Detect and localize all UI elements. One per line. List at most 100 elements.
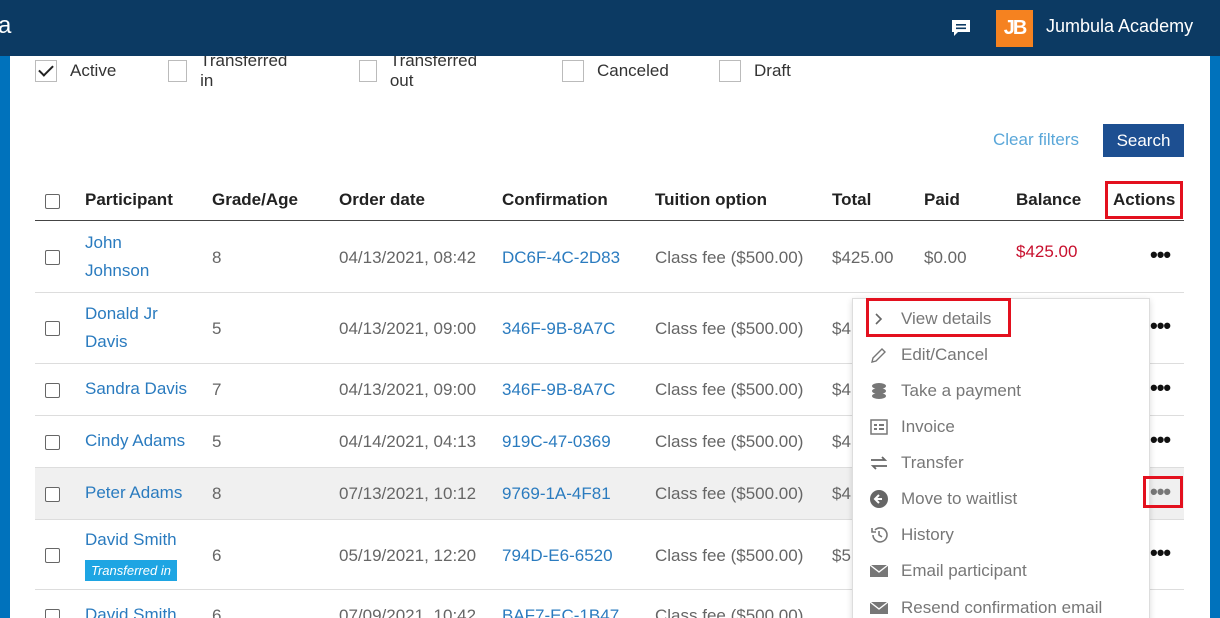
tuition-cell: Class fee ($500.00) bbox=[655, 546, 804, 565]
confirmation-link[interactable]: 9769-1A-4F81 bbox=[502, 484, 611, 504]
row-checkbox[interactable] bbox=[45, 383, 60, 398]
table-row: John Johnson 8 04/13/2021, 08:42 DC6F-4C… bbox=[35, 221, 1184, 293]
total-cell: $4 bbox=[832, 380, 851, 399]
column-header-participant[interactable]: Participant bbox=[85, 190, 173, 210]
total-cell: $4 bbox=[832, 319, 851, 338]
grade-cell: 5 bbox=[212, 319, 222, 338]
menu-item-edit-cancel[interactable]: Edit/Cancel bbox=[869, 343, 988, 367]
row-actions-button[interactable]: ••• bbox=[1150, 542, 1171, 564]
menu-item-email-participant[interactable]: Email participant bbox=[869, 559, 1027, 583]
org-logo[interactable]: JB bbox=[996, 10, 1033, 47]
row-checkbox[interactable] bbox=[45, 250, 60, 265]
filter-draft[interactable]: Draft bbox=[719, 58, 791, 84]
filter-label: Active bbox=[70, 61, 117, 80]
row-checkbox[interactable] bbox=[45, 548, 60, 563]
order-date-cell: 04/13/2021, 08:42 bbox=[339, 248, 477, 267]
menu-item-history[interactable]: History bbox=[869, 523, 954, 547]
grade-cell: 8 bbox=[212, 248, 222, 267]
row-actions-button[interactable]: ••• bbox=[1150, 377, 1171, 399]
total-cell: $4 bbox=[832, 432, 851, 451]
column-header-tuition[interactable]: Tuition option bbox=[655, 190, 767, 210]
column-header-balance[interactable]: Balance bbox=[1016, 190, 1081, 210]
participant-first-name[interactable]: Donald Jr bbox=[85, 300, 158, 328]
column-header-total[interactable]: Total bbox=[832, 190, 871, 210]
row-actions-menu: View details Edit/Cancel Take a payment … bbox=[852, 298, 1150, 618]
confirmation-link[interactable]: BAF7-EC-1B47 bbox=[502, 606, 619, 618]
order-date-cell: 04/14/2021, 04:13 bbox=[339, 432, 477, 451]
column-header-paid[interactable]: Paid bbox=[924, 190, 960, 210]
row-actions-button[interactable]: ••• bbox=[1150, 429, 1171, 451]
confirmation-link[interactable]: 794D-E6-6520 bbox=[502, 546, 613, 566]
search-button[interactable]: Search bbox=[1103, 124, 1184, 157]
checkbox[interactable] bbox=[168, 60, 188, 82]
menu-item-take-payment[interactable]: Take a payment bbox=[869, 379, 1021, 403]
filter-active[interactable]: Active bbox=[35, 58, 116, 84]
row-checkbox[interactable] bbox=[45, 435, 60, 450]
participant-name[interactable]: David Smith bbox=[85, 601, 177, 618]
confirmation-link[interactable]: DC6F-4C-2D83 bbox=[502, 248, 620, 268]
order-date-cell: 07/09/2021, 10:42 bbox=[339, 606, 477, 618]
participant-first-name[interactable]: John bbox=[85, 229, 122, 257]
annotation-box-actions-header bbox=[1105, 181, 1183, 219]
grade-cell: 8 bbox=[212, 484, 222, 503]
filter-transferred-out[interactable]: Transferred out bbox=[359, 56, 481, 90]
total-cell: $4 bbox=[832, 484, 851, 503]
participant-name[interactable]: Cindy Adams bbox=[85, 427, 185, 455]
checkbox[interactable] bbox=[719, 60, 741, 82]
select-all-checkbox[interactable] bbox=[45, 194, 60, 209]
history-icon bbox=[871, 527, 888, 543]
participant-name[interactable]: Peter Adams bbox=[85, 479, 182, 507]
paid-cell: $0.00 bbox=[924, 248, 967, 267]
clear-filters-link[interactable]: Clear filters bbox=[993, 130, 1079, 150]
row-checkbox[interactable] bbox=[45, 321, 60, 336]
participant-last-name[interactable]: Davis bbox=[85, 328, 128, 356]
confirmation-link[interactable]: 919C-47-0369 bbox=[502, 432, 611, 452]
filter-label: Draft bbox=[754, 61, 791, 80]
menu-item-label: Transfer bbox=[901, 453, 964, 472]
tuition-cell: Class fee ($500.00) bbox=[655, 606, 804, 618]
menu-item-label: Take a payment bbox=[901, 381, 1022, 400]
menu-item-label: Move to waitlist bbox=[901, 489, 1018, 508]
menu-item-label: Email participant bbox=[901, 561, 1027, 580]
top-bar: a JB Jumbula Academy bbox=[0, 0, 1220, 56]
order-date-cell: 05/19/2021, 12:20 bbox=[339, 546, 477, 565]
checkbox[interactable] bbox=[562, 60, 584, 82]
column-header-order-date[interactable]: Order date bbox=[339, 190, 425, 210]
org-name[interactable]: Jumbula Academy bbox=[1046, 16, 1193, 37]
participant-name[interactable]: Sandra Davis bbox=[85, 375, 187, 403]
transfer-icon bbox=[870, 456, 888, 470]
menu-item-invoice[interactable]: Invoice bbox=[869, 415, 955, 439]
pencil-icon bbox=[871, 348, 886, 363]
row-actions-button[interactable]: ••• bbox=[1150, 244, 1171, 266]
tuition-cell: Class fee ($500.00) bbox=[655, 319, 804, 338]
menu-item-label: Invoice bbox=[901, 417, 955, 436]
tuition-cell: Class fee ($500.00) bbox=[655, 432, 804, 451]
balance-cell: $425.00 bbox=[1016, 242, 1078, 261]
checkbox[interactable] bbox=[359, 60, 377, 82]
total-cell: $425.00 bbox=[832, 248, 894, 267]
participant-name[interactable]: David Smith bbox=[85, 526, 177, 554]
menu-item-label: Resend confirmation email bbox=[901, 598, 1103, 617]
filter-canceled[interactable]: Canceled bbox=[562, 58, 669, 84]
envelope-icon bbox=[869, 564, 889, 577]
menu-item-label: Edit/Cancel bbox=[901, 345, 988, 364]
menu-item-resend-confirmation[interactable]: Resend confirmation email bbox=[869, 596, 1102, 618]
grade-cell: 6 bbox=[212, 546, 222, 565]
confirmation-link[interactable]: 346F-9B-8A7C bbox=[502, 380, 615, 400]
row-checkbox[interactable] bbox=[45, 487, 60, 502]
chat-icon[interactable] bbox=[950, 18, 972, 38]
row-actions-button[interactable]: ••• bbox=[1150, 315, 1171, 337]
checkbox-checked[interactable] bbox=[35, 60, 57, 82]
column-header-confirmation[interactable]: Confirmation bbox=[502, 190, 608, 210]
brand-fragment[interactable]: a bbox=[0, 12, 11, 40]
participant-last-name[interactable]: Johnson bbox=[85, 257, 149, 285]
row-checkbox[interactable] bbox=[45, 609, 60, 618]
confirmation-link[interactable]: 346F-9B-8A7C bbox=[502, 319, 615, 339]
filter-transferred-in[interactable]: Transferred in bbox=[168, 56, 290, 90]
column-header-grade[interactable]: Grade/Age bbox=[212, 190, 298, 210]
menu-item-transfer[interactable]: Transfer bbox=[869, 451, 964, 475]
order-date-cell: 07/13/2021, 10:12 bbox=[339, 484, 477, 503]
menu-item-move-to-waitlist[interactable]: Move to waitlist bbox=[869, 487, 1017, 511]
filter-label: Transferred in bbox=[200, 56, 288, 90]
tuition-cell: Class fee ($500.00) bbox=[655, 380, 804, 399]
